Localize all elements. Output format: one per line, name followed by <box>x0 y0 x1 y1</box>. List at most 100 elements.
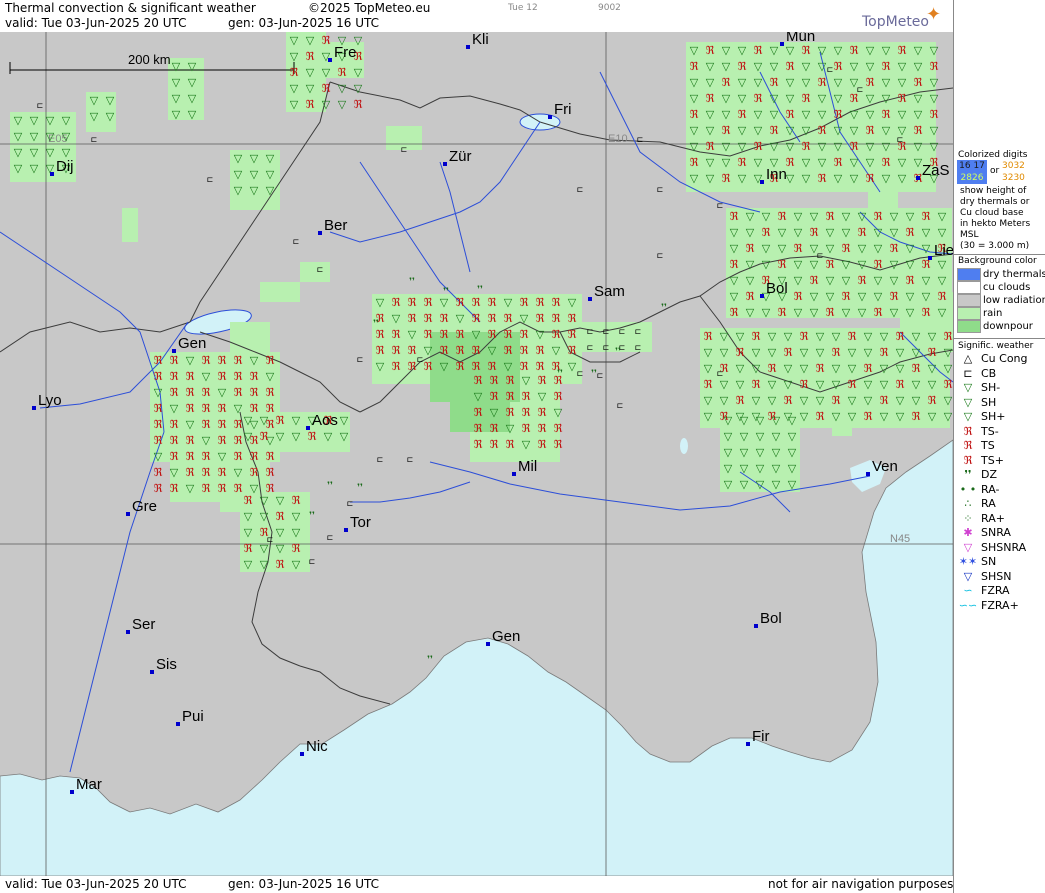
shower-icon: ▽ <box>788 446 797 459</box>
legend-wx-label: SH <box>981 395 997 409</box>
shower-icon: ▽ <box>172 92 181 105</box>
shower-icon: ▽ <box>186 482 195 495</box>
shower-icon: ▽ <box>834 140 843 153</box>
shower-icon: ▽ <box>266 370 275 383</box>
thunderstorm-icon: ℜ <box>306 98 315 111</box>
shower-icon: ▽ <box>90 94 99 107</box>
shower-icon: ▽ <box>890 258 899 271</box>
thunderstorm-icon: ℜ <box>938 290 947 303</box>
city-dot <box>760 294 764 298</box>
legend-wx-item: ⁘ RA+ <box>957 512 1005 525</box>
thunderstorm-icon: ℜ <box>722 124 731 137</box>
thunderstorm-icon: ℜ <box>722 76 731 89</box>
thunderstorm-icon: ℜ <box>250 450 259 463</box>
city-dot <box>172 349 176 353</box>
legend-wx-icon: ℜ <box>963 439 973 452</box>
shower-icon: ▽ <box>794 274 803 287</box>
shower-icon: ▽ <box>724 446 733 459</box>
cb-icon: ⊏ <box>293 237 300 246</box>
thunderstorm-icon: ℜ <box>818 124 827 137</box>
thunderstorm-icon: ℜ <box>506 374 515 387</box>
shower-icon: ▽ <box>376 360 385 373</box>
thunderstorm-icon: ℜ <box>882 156 891 169</box>
thunderstorm-icon: ℜ <box>292 542 301 555</box>
shower-icon: ▽ <box>858 210 867 223</box>
shower-icon: ▽ <box>292 558 301 571</box>
shower-icon: ▽ <box>762 210 771 223</box>
shower-icon: ▽ <box>690 76 699 89</box>
thunderstorm-icon: ℜ <box>250 466 259 479</box>
shower-icon: ▽ <box>244 558 253 571</box>
shower-icon: ▽ <box>14 162 23 175</box>
city-label: Lyo <box>38 392 62 409</box>
shower-icon: ▽ <box>816 346 825 359</box>
shower-icon: ▽ <box>768 330 777 343</box>
shower-icon: ▽ <box>786 124 795 137</box>
thunderstorm-icon: ℜ <box>154 402 163 415</box>
legend-swatch <box>957 307 981 320</box>
thunderstorm-icon: ℜ <box>154 370 163 383</box>
shower-icon: ▽ <box>736 362 745 375</box>
thunderstorm-icon: ℜ <box>866 172 875 185</box>
cb-icon: ⊏ <box>637 135 644 144</box>
thunderstorm-icon: ℜ <box>186 402 195 415</box>
shower-icon: ▽ <box>754 108 763 121</box>
legend-wx-label: RA <box>981 497 996 510</box>
shower-icon: ▽ <box>930 140 939 153</box>
shower-icon: ▽ <box>730 274 739 287</box>
thunderstorm-icon: ℜ <box>794 290 803 303</box>
shower-icon: ▽ <box>730 226 739 239</box>
thunderstorm-icon: ℜ <box>522 406 531 419</box>
city-dot <box>306 426 310 430</box>
map-header: Thermal convection & significant weather… <box>0 0 953 32</box>
shower-icon: ▽ <box>292 430 301 443</box>
thunderstorm-icon: ℜ <box>800 330 809 343</box>
city-label: Lie <box>934 242 953 259</box>
shower-icon: ▽ <box>704 362 713 375</box>
thunderstorm-icon: ℜ <box>392 296 401 309</box>
legend-wx-icon: ✱ <box>963 526 973 539</box>
thunderstorm-icon: ℜ <box>802 44 811 57</box>
cb-icon: ⊏ <box>817 251 824 260</box>
thunderstorm-icon: ℜ <box>786 108 795 121</box>
shower-icon: ▽ <box>720 394 729 407</box>
shower-icon: ▽ <box>906 290 915 303</box>
thunderstorm-icon: ℜ <box>250 386 259 399</box>
thunderstorm-icon: ℜ <box>802 92 811 105</box>
thunderstorm-icon: ℜ <box>456 296 465 309</box>
thunderstorm-icon: ℜ <box>930 108 939 121</box>
shower-icon: ▽ <box>944 346 953 359</box>
thunderstorm-icon: ℜ <box>834 156 843 169</box>
thunderstorm-icon: ℜ <box>818 76 827 89</box>
thunderstorm-icon: ℜ <box>754 44 763 57</box>
shower-icon: ▽ <box>930 124 939 137</box>
city-dot <box>318 231 322 235</box>
thunderstorm-icon: ℜ <box>186 466 195 479</box>
legend-wx-item: ▽ SH <box>957 395 997 409</box>
legend-wx-icon: ℜ <box>963 453 973 467</box>
thunderstorm-icon: ℜ <box>520 344 529 357</box>
city-gen-20: Gen <box>486 628 520 646</box>
thunderstorm-icon: ℜ <box>520 328 529 341</box>
thunderstorm-icon: ℜ <box>810 226 819 239</box>
shower-icon: ▽ <box>818 140 827 153</box>
shower-icon: ▽ <box>788 462 797 475</box>
thunderstorm-icon: ℜ <box>536 344 545 357</box>
city-dot <box>754 624 758 628</box>
legend-wx-label: CB <box>981 366 997 380</box>
thunderstorm-icon: ℜ <box>504 328 513 341</box>
city-label: Ven <box>872 458 898 475</box>
thunderstorm-icon: ℜ <box>234 386 243 399</box>
legend-or: or <box>990 166 1000 176</box>
shower-icon: ▽ <box>802 76 811 89</box>
legend-bg-item: cu clouds <box>957 281 1030 294</box>
thunderstorm-icon: ℜ <box>234 482 243 495</box>
shower-icon: ▽ <box>736 378 745 391</box>
city-label: Nic <box>306 738 328 755</box>
city-label: Pui <box>182 708 204 725</box>
thunderstorm-icon: ℜ <box>690 60 699 73</box>
weather-map[interactable]: 200 km E05 E10 N45 ▽ ℜ ▽ ▽ ℜ ▽ ▽ ℜ ▽ ▽ ℜ ▽ ▽ ℜ ▽ ▽ℜ ▽ ▽ ℜ ▽… <box>0 32 953 876</box>
thunderstorm-icon: ℜ <box>202 402 211 415</box>
thunderstorm-icon: ℜ <box>690 108 699 121</box>
shower-icon: ▽ <box>292 510 301 523</box>
